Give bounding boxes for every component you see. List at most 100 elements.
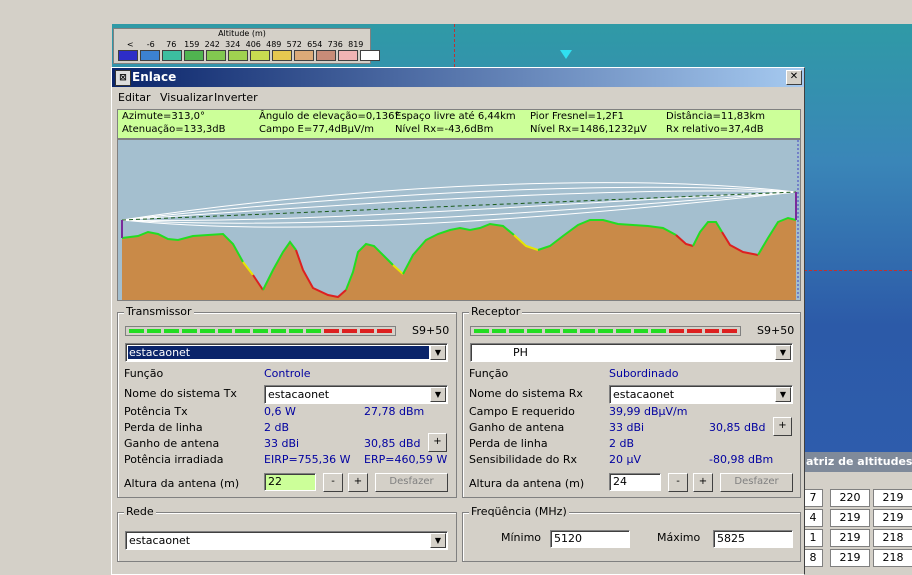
rx-station-select[interactable]: PH ▼ — [470, 343, 793, 362]
tx-system-value: estacaonet — [268, 388, 330, 401]
legend-label: 654 — [307, 40, 323, 49]
rx-altura-input[interactable]: 24 — [609, 473, 661, 491]
rx-desfazer-button[interactable]: Desfazer — [720, 473, 793, 492]
matrix-cell[interactable]: 4 — [803, 509, 823, 527]
chevron-down-icon[interactable]: ▼ — [775, 387, 791, 402]
freq-max-input[interactable]: 5825 — [713, 530, 793, 548]
chevron-down-icon[interactable]: ▼ — [430, 345, 446, 360]
campo-text: Campo E=77,4dBµV/m — [259, 124, 374, 135]
legend-labels: < -6 76 159 242 324 406 489 572 654 736 819 — [120, 40, 366, 49]
rede-value: estacaonet — [129, 534, 191, 547]
distancia-text: Distância=11,83km — [666, 111, 766, 122]
frequencia-group: Freqüência (MHz) Mínimo 5120 Máximo 5825 — [462, 505, 801, 562]
menu-inverter[interactable]: Inverter — [214, 91, 258, 104]
tx-station-select[interactable]: estacaonet ▼ — [125, 343, 448, 362]
signal-segment — [253, 329, 268, 333]
signal-segment — [704, 329, 720, 333]
tx-ganho-plus-button[interactable]: + — [428, 433, 447, 452]
matrix-cell[interactable]: 219 — [873, 489, 912, 507]
legend-swatch — [228, 50, 248, 61]
receptor-group: Receptor S9+50 PH ▼ Função Subordinado N… — [462, 305, 801, 498]
map-grid-line — [804, 270, 912, 271]
rx-signal-meter — [470, 326, 741, 336]
signal-segment — [651, 329, 667, 333]
enlace-dialog: ⊠ Enlace ✕ Editar Visualizar Inverter Az… — [111, 67, 805, 575]
matrix-cell[interactable]: 220 — [830, 489, 870, 507]
signal-segment — [633, 329, 649, 333]
matrix-cell[interactable]: 219 — [873, 509, 912, 527]
rx-perda-label: Perda de linha — [469, 437, 548, 450]
window-title: Enlace — [132, 70, 177, 84]
signal-segment — [324, 329, 339, 333]
legend-swatches — [118, 50, 382, 61]
tx-ganho-label: Ganho de antena — [124, 437, 220, 450]
rx-ganho-dbi: 33 dBi — [609, 421, 645, 434]
rx-system-select[interactable]: estacaonet ▼ — [609, 385, 793, 404]
rede-title: Rede — [124, 505, 156, 518]
matrix-cell[interactable]: 218 — [873, 529, 912, 547]
menu-editar[interactable]: Editar — [118, 91, 151, 104]
desktop-background-left — [0, 0, 112, 573]
chevron-down-icon[interactable]: ▼ — [430, 533, 446, 548]
chevron-down-icon[interactable]: ▼ — [775, 345, 791, 360]
close-button[interactable]: ✕ — [786, 70, 802, 85]
menu-visualizar[interactable]: Visualizar — [160, 91, 213, 104]
signal-segment — [615, 329, 631, 333]
legend-label: 736 — [327, 40, 343, 49]
legend-label: 406 — [245, 40, 261, 49]
nivel-dbm-text: Nível Rx=-43,6dBm — [395, 124, 494, 135]
tx-altura-plus-button[interactable]: + — [348, 473, 368, 492]
tx-system-select[interactable]: estacaonet ▼ — [264, 385, 448, 404]
matrix-cell[interactable]: 8 — [803, 549, 823, 567]
desktop-background-top — [112, 0, 912, 24]
terrain-profile-view[interactable] — [117, 139, 801, 301]
matrix-cell[interactable]: 218 — [873, 549, 912, 567]
angulo-text: Ângulo de elevação=0,136° — [259, 111, 400, 122]
tx-desfazer-button[interactable]: Desfazer — [375, 473, 448, 492]
azimute-text: Azimute=313,0° — [122, 111, 206, 122]
freq-min-input[interactable]: 5120 — [550, 530, 630, 548]
signal-segment — [377, 329, 393, 333]
signal-segment — [288, 329, 304, 333]
signal-segment — [509, 329, 525, 333]
legend-swatch — [250, 50, 270, 61]
station-marker-icon[interactable] — [560, 50, 572, 59]
rx-altura-plus-button[interactable]: + — [693, 473, 713, 492]
rx-ganho-label: Ganho de antena — [469, 421, 565, 434]
rx-altura-minus-button[interactable]: - — [668, 473, 688, 492]
matrix-cell[interactable]: 7 — [803, 489, 823, 507]
tx-potencia-w: 0,6 W — [264, 405, 296, 418]
rede-select[interactable]: estacaonet ▼ — [125, 531, 448, 550]
legend-swatch — [206, 50, 226, 61]
tx-ganho-dbd: 30,85 dBd — [364, 437, 421, 450]
tx-altura-input[interactable]: 22 — [264, 473, 316, 491]
rx-altura-label: Altura da antena (m) — [469, 477, 585, 490]
matrix-cell[interactable]: 219 — [830, 509, 870, 527]
rx-sens-dbm: -80,98 dBm — [709, 453, 774, 466]
rx-perda-value: 2 dB — [609, 437, 635, 450]
matrix-cell[interactable]: 219 — [830, 529, 870, 547]
fresnel-text: Pior Fresnel=1,2F1 — [530, 111, 624, 122]
rx-funcao-value: Subordinado — [609, 367, 679, 380]
rx-campo-label: Campo E requerido — [469, 405, 575, 418]
rx-altura-value: 24 — [613, 475, 627, 488]
legend-label: < — [126, 40, 134, 49]
rx-campo-value: 39,99 dBµV/m — [609, 405, 688, 418]
legend-swatch — [360, 50, 380, 61]
matrix-cell[interactable]: 219 — [830, 549, 870, 567]
signal-segment — [217, 329, 233, 333]
legend-swatch — [272, 50, 292, 61]
signal-segment — [722, 329, 738, 333]
atenuacao-text: Atenuação=133,3dB — [122, 124, 226, 135]
signal-segment — [562, 329, 578, 333]
tx-irradiada-label: Potência irradiada — [124, 453, 224, 466]
tx-altura-minus-button[interactable]: - — [323, 473, 343, 492]
title-bar[interactable]: ⊠ Enlace ✕ — [112, 68, 804, 87]
signal-segment — [491, 329, 507, 333]
legend-label: 242 — [204, 40, 220, 49]
chevron-down-icon[interactable]: ▼ — [430, 387, 446, 402]
rx-sens-uv: 20 µV — [609, 453, 642, 466]
rx-ganho-plus-button[interactable]: + — [773, 417, 792, 436]
matrix-cell[interactable]: 1 — [803, 529, 823, 547]
signal-segment — [669, 329, 684, 333]
